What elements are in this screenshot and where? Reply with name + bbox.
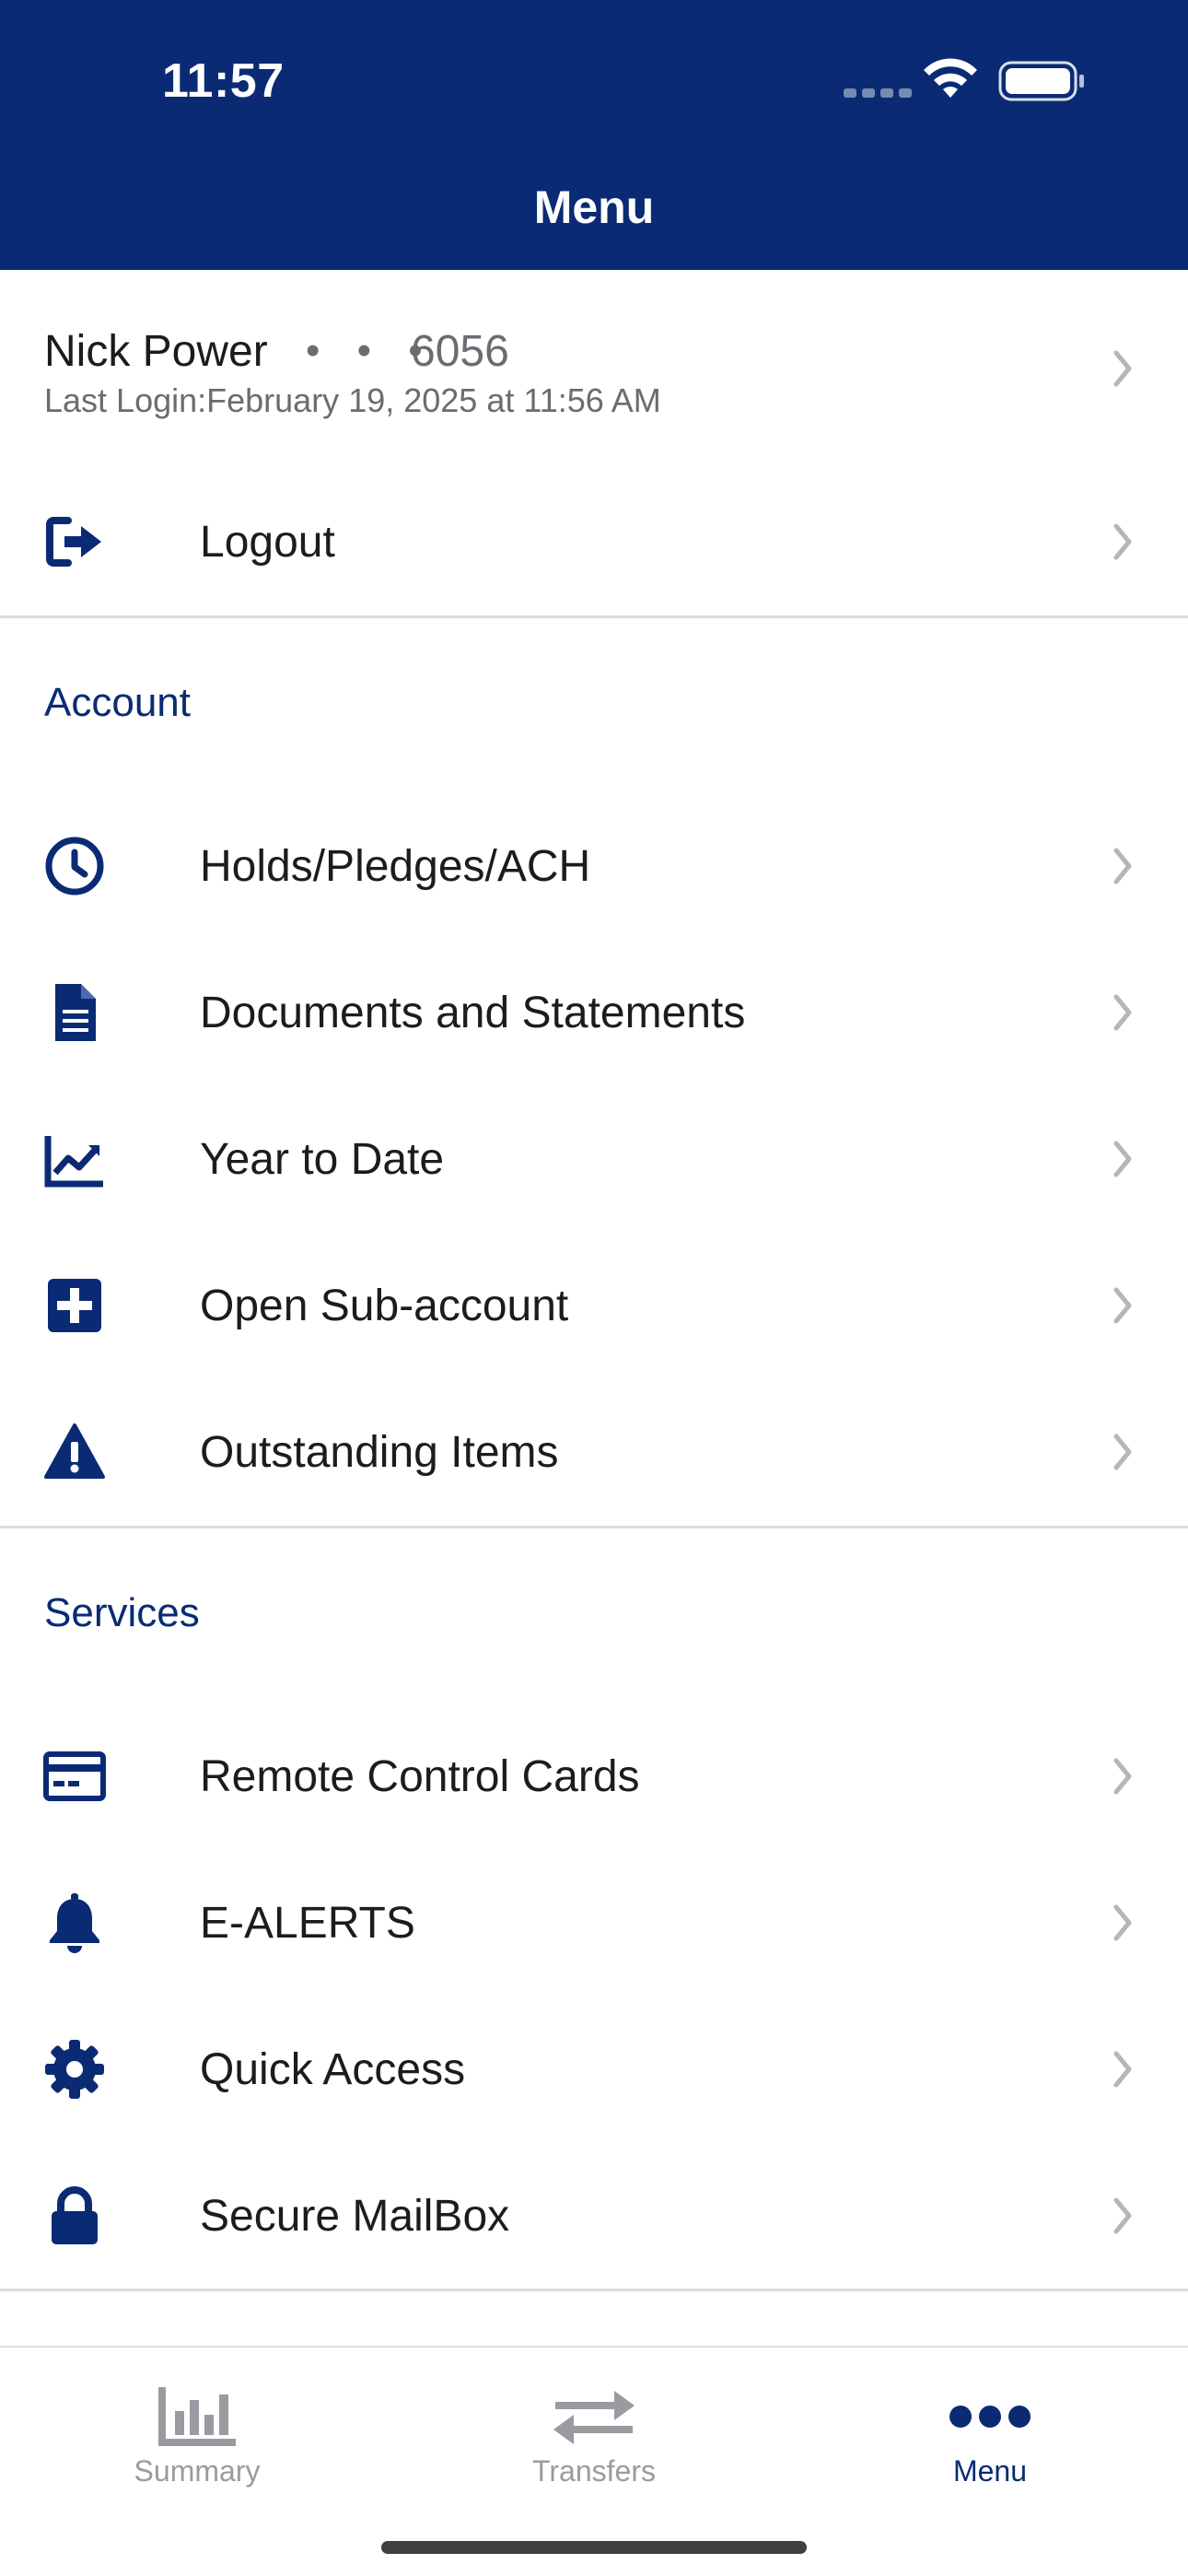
menu-item-e-alerts[interactable]: E-ALERTS — [0, 1869, 1188, 1976]
more-dots-icon — [852, 2375, 1128, 2458]
tab-label: Menu — [952, 2454, 1028, 2488]
battery-icon — [998, 61, 1084, 101]
tab-summary[interactable]: Summary — [59, 2348, 335, 2513]
divider — [0, 2289, 1188, 2291]
account-number: 6056 — [411, 327, 509, 376]
menu-item-label: E-ALERTS — [200, 1898, 415, 1948]
menu-item-label: Outstanding Items — [200, 1427, 559, 1477]
logout-icon — [42, 509, 107, 574]
menu-item-label: Holds/Pledges/ACH — [200, 841, 591, 891]
gear-icon — [42, 2037, 107, 2102]
menu-item-year-to-date[interactable]: Year to Date — [0, 1106, 1188, 1212]
menu-item-documents-statements[interactable]: Documents and Statements — [0, 959, 1188, 1066]
chevron-right-icon — [1113, 523, 1132, 560]
chevron-right-icon — [1113, 2197, 1132, 2234]
chevron-right-icon — [1113, 848, 1132, 884]
menu-item-label: Remote Control Cards — [200, 1751, 640, 1801]
chevron-right-icon — [1113, 1141, 1132, 1177]
chevron-right-icon — [1113, 350, 1132, 387]
tab-transfers[interactable]: Transfers — [456, 2348, 732, 2513]
menu-item-secure-mailbox[interactable]: Secure MailBox — [0, 2162, 1188, 2269]
tab-label: Summary — [134, 2454, 261, 2488]
cellular-signal-icon — [844, 88, 912, 98]
home-indicator[interactable] — [381, 2541, 807, 2554]
credit-card-icon — [42, 1744, 107, 1809]
chevron-right-icon — [1113, 994, 1132, 1031]
menu-item-remote-control-cards[interactable]: Remote Control Cards — [0, 1723, 1188, 1830]
warning-icon — [42, 1420, 107, 1484]
bar-chart-icon — [59, 2375, 335, 2458]
menu-item-quick-access[interactable]: Quick Access — [0, 2016, 1188, 2123]
section-title-account: Account — [44, 680, 191, 725]
user-name: Nick Power — [44, 327, 268, 376]
page-title: Menu — [533, 181, 655, 233]
tab-label: Transfers — [532, 2454, 656, 2488]
divider — [0, 615, 1188, 618]
menu-item-label: Quick Access — [200, 2044, 466, 2094]
wifi-icon — [924, 58, 977, 98]
menu-item-label: Documents and Statements — [200, 988, 746, 1037]
status-time: 11:57 — [162, 54, 285, 108]
clock-icon — [42, 834, 107, 898]
menu-item-label: Year to Date — [200, 1134, 445, 1184]
menu-item-holds-pledges-ach[interactable]: Holds/Pledges/ACH — [0, 813, 1188, 919]
chevron-right-icon — [1113, 1758, 1132, 1795]
plus-square-icon — [42, 1273, 107, 1338]
logout-label: Logout — [200, 517, 335, 567]
menu-item-label: Secure MailBox — [200, 2191, 510, 2241]
menu-item-open-sub-account[interactable]: Open Sub-account — [0, 1252, 1188, 1359]
menu-item-outstanding-items[interactable]: Outstanding Items — [0, 1399, 1188, 1505]
chevron-right-icon — [1113, 2051, 1132, 2088]
last-login-text: Last Login:February 19, 2025 at 11:56 AM — [44, 381, 661, 419]
section-title-services: Services — [44, 1590, 200, 1635]
tab-menu[interactable]: Menu — [852, 2348, 1128, 2513]
divider — [0, 1526, 1188, 1528]
document-icon — [42, 980, 107, 1045]
chevron-right-icon — [1113, 1904, 1132, 1941]
logout-row[interactable]: Logout — [0, 488, 1188, 595]
trend-chart-icon — [42, 1127, 107, 1191]
user-profile-row[interactable]: Nick Power • • • 6056 Last Login:Februar… — [0, 295, 1188, 442]
top-header: 11:57 Menu — [0, 0, 1188, 270]
bell-icon — [42, 1891, 107, 1955]
transfer-arrows-icon — [456, 2375, 732, 2458]
chevron-right-icon — [1113, 1434, 1132, 1470]
chevron-right-icon — [1113, 1287, 1132, 1324]
lock-icon — [42, 2184, 107, 2248]
menu-item-label: Open Sub-account — [200, 1281, 569, 1330]
